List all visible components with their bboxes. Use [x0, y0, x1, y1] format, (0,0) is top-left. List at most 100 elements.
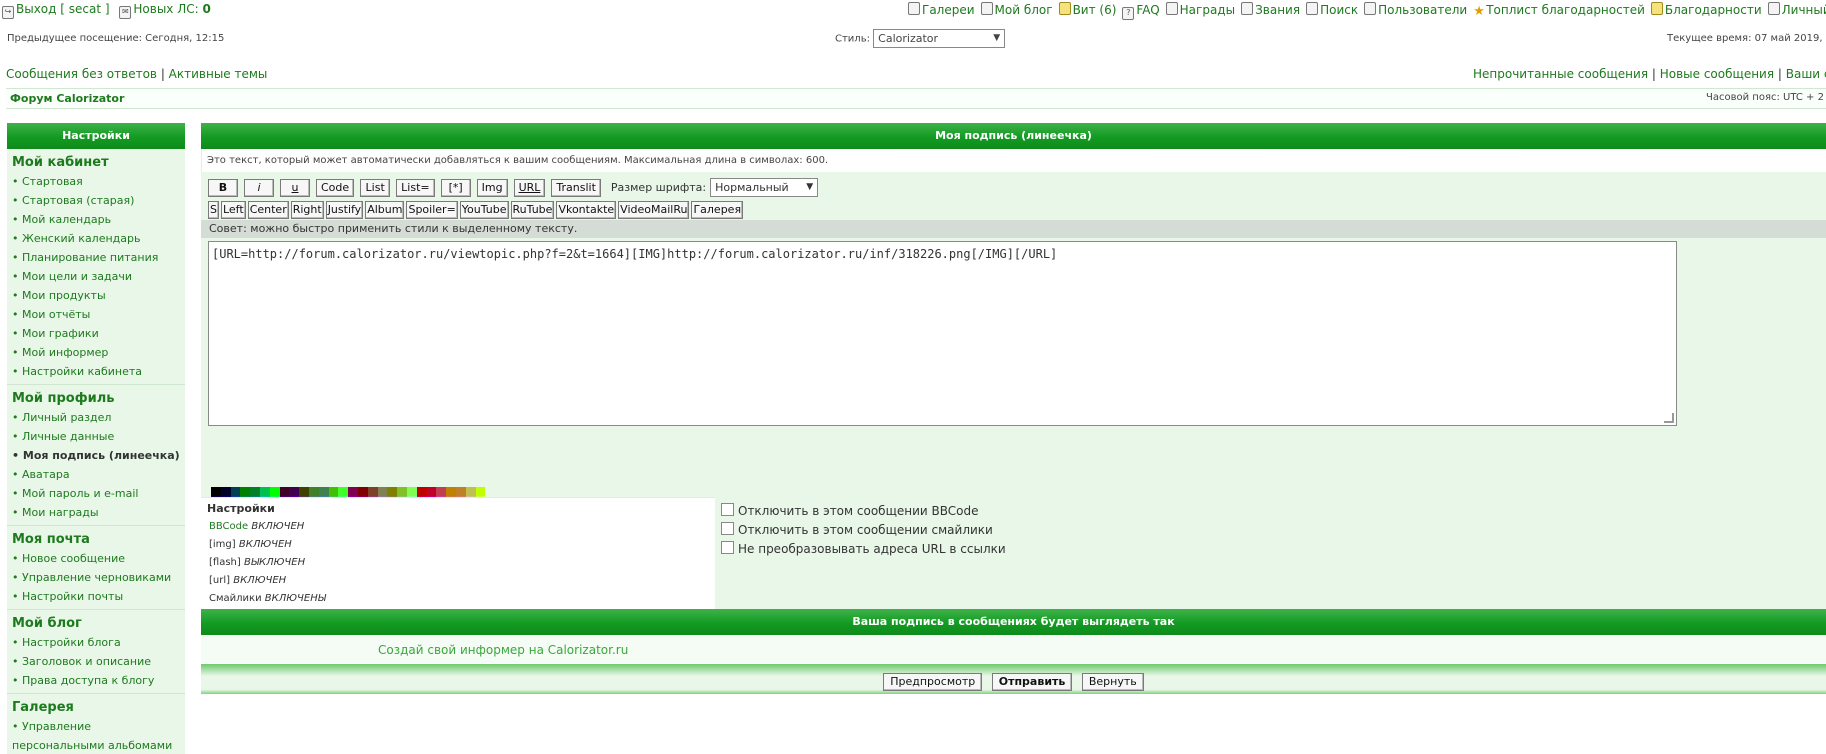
sidebar-item[interactable]: • Управление черновиками: [12, 568, 185, 587]
option-row[interactable]: Отключить в этом сообщении BBCode: [721, 502, 1820, 521]
nav-item[interactable]: Благодарности: [1650, 2, 1762, 17]
nav-item[interactable]: Личный р: [1767, 2, 1826, 17]
sidebar-item[interactable]: • Мои награды: [12, 503, 185, 522]
sidebar-item[interactable]: • Планирование питания: [12, 248, 185, 267]
submit-button[interactable]: Отправить: [991, 673, 1073, 691]
color-swatch[interactable]: [328, 487, 339, 496]
nav-link[interactable]: Благодарности: [1665, 3, 1762, 17]
sidebar-item[interactable]: • Мой календарь: [12, 210, 185, 229]
sidebar-item[interactable]: • Мой пароль и e-mail: [12, 484, 185, 503]
color-swatch[interactable]: [397, 487, 407, 496]
nav-item[interactable]: Вит (6): [1058, 2, 1117, 17]
resize-handle-icon[interactable]: [1664, 413, 1674, 423]
preview-button[interactable]: Предпросмотр: [883, 673, 983, 691]
sidebar-item[interactable]: • Стартовая (старая): [12, 191, 185, 210]
bbcode-button[interactable]: Left: [220, 201, 246, 219]
active-topics-link[interactable]: Активные темы: [169, 67, 268, 81]
style-select[interactable]: Calorizator ▼: [873, 29, 1006, 48]
bbcode-button[interactable]: VideoMailRu: [618, 201, 690, 219]
bbcode-button[interactable]: Right: [290, 201, 324, 219]
sidebar-item[interactable]: • Мои продукты: [12, 286, 185, 305]
color-swatch[interactable]: [289, 487, 300, 496]
nav-item[interactable]: Мой блог: [980, 2, 1053, 17]
nav-link[interactable]: Галереи: [922, 3, 975, 17]
bbcode-button[interactable]: Translit: [551, 178, 601, 197]
bbcode-button[interactable]: S: [208, 201, 219, 219]
bbcode-button[interactable]: List=: [396, 178, 435, 197]
bbcode-button[interactable]: Album: [365, 201, 405, 219]
bbcode-button[interactable]: List: [360, 178, 391, 197]
sidebar-item[interactable]: • Мои цели и задачи: [12, 267, 185, 286]
color-swatch[interactable]: [259, 487, 270, 496]
sidebar-item[interactable]: • Настройки кабинета: [12, 362, 185, 381]
nav-link[interactable]: Звания: [1255, 3, 1300, 17]
checkbox[interactable]: [721, 503, 734, 516]
reset-button[interactable]: Вернуть: [1081, 673, 1144, 691]
nav-item[interactable]: ? FAQ: [1122, 3, 1160, 20]
color-swatch[interactable]: [299, 487, 309, 496]
color-swatch[interactable]: [446, 487, 456, 496]
sidebar-item[interactable]: • Мои графики: [12, 324, 185, 343]
sidebar-item[interactable]: • Личный раздел: [12, 408, 185, 427]
bbcode-button[interactable]: URL: [513, 178, 546, 197]
sidebar-item[interactable]: • Аватара: [12, 465, 185, 484]
sidebar-item[interactable]: • Мои отчёты: [12, 305, 185, 324]
sidebar-item[interactable]: • Женский календарь: [12, 229, 185, 248]
color-swatch[interactable]: [455, 487, 466, 496]
new-posts-link[interactable]: Новые сообщения: [1660, 67, 1774, 81]
bbcode-button[interactable]: RuTube: [510, 201, 555, 219]
sidebar-item[interactable]: • Мой информер: [12, 343, 185, 362]
nav-item[interactable]: ★Топлист благодарностей: [1473, 3, 1645, 18]
no-replies-link[interactable]: Сообщения без ответов: [6, 67, 157, 81]
nav-link[interactable]: Вит (6): [1073, 3, 1117, 17]
bbcode-button[interactable]: Галерея: [691, 201, 744, 219]
unread-link[interactable]: Непрочитанные сообщения: [1473, 67, 1648, 81]
nav-link[interactable]: Поиск: [1320, 3, 1358, 17]
sidebar-item[interactable]: • Новое сообщение: [12, 549, 185, 568]
bbcode-button[interactable]: Spoiler=: [406, 201, 458, 219]
nav-item[interactable]: Поиск: [1306, 2, 1358, 17]
setting-name[interactable]: BBCode: [209, 521, 248, 532]
sidebar-item[interactable]: • Стартовая: [12, 172, 185, 191]
nav-link[interactable]: Мой блог: [995, 3, 1053, 17]
sidebar-item[interactable]: • Управление персональными альбомами: [12, 717, 185, 754]
color-swatch[interactable]: [436, 487, 447, 496]
bbcode-button[interactable]: [*]: [440, 178, 471, 197]
nav-item[interactable]: Галереи: [908, 2, 975, 17]
color-swatch[interactable]: [211, 487, 221, 496]
sidebar-item[interactable]: • Настройки блога: [12, 633, 185, 652]
color-swatch[interactable]: [475, 487, 486, 496]
nav-item[interactable]: Награды: [1165, 2, 1235, 17]
color-swatch[interactable]: [416, 487, 427, 496]
nav-link[interactable]: Пользователи: [1378, 3, 1467, 17]
color-swatch[interactable]: [318, 487, 329, 496]
nav-link[interactable]: Личный р: [1782, 3, 1826, 17]
new-pm-link[interactable]: Новых ЛС: 0: [133, 2, 210, 16]
option-row[interactable]: Отключить в этом сообщении смайлики: [721, 521, 1820, 540]
color-swatch[interactable]: [426, 487, 437, 496]
bbcode-button[interactable]: Code: [316, 178, 355, 197]
nav-link[interactable]: Награды: [1180, 3, 1235, 17]
signature-textarea[interactable]: [URL=http://forum.calorizator.ru/viewtop…: [208, 241, 1677, 426]
color-swatch[interactable]: [348, 487, 358, 496]
bbcode-button[interactable]: Center: [247, 201, 289, 219]
nav-item[interactable]: Звания: [1241, 2, 1300, 17]
color-swatch[interactable]: [279, 487, 290, 496]
color-swatch[interactable]: [308, 487, 319, 496]
sidebar-item[interactable]: • Моя подпись (линеечка): [12, 446, 185, 465]
color-swatch[interactable]: [338, 487, 349, 496]
checkbox[interactable]: [721, 541, 734, 554]
color-swatch[interactable]: [406, 487, 417, 496]
bbcode-button[interactable]: i: [244, 178, 274, 197]
option-row[interactable]: Не преобразовывать адреса URL в ссылки: [721, 540, 1820, 559]
bbcode-button[interactable]: Justify: [325, 201, 364, 219]
color-swatch[interactable]: [269, 487, 280, 496]
nav-item[interactable]: Пользователи: [1364, 2, 1467, 17]
color-swatch[interactable]: [220, 487, 231, 496]
color-swatch[interactable]: [357, 487, 368, 496]
bbcode-button[interactable]: B: [208, 178, 238, 197]
bbcode-button[interactable]: u: [280, 178, 310, 197]
color-swatch[interactable]: [377, 487, 388, 496]
sidebar-item[interactable]: • Настройки почты: [12, 587, 185, 606]
sidebar-item[interactable]: • Личные данные: [12, 427, 185, 446]
